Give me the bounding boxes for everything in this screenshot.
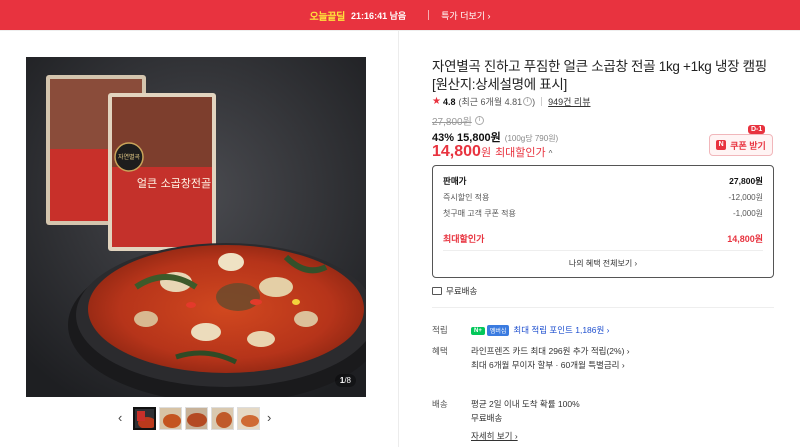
delivery-estimate: 평균 2일 이내 도착 확률 100% — [471, 399, 580, 409]
points-row[interactable]: N+ 멤버십 최대 적립 포인트 1,186원 › — [471, 324, 610, 337]
main-product-image[interactable]: 자연별곡 얼큰 소곱창전골 1/8 — [26, 57, 366, 397]
review-link[interactable]: 949건 리뷰 — [548, 95, 590, 108]
max-price-won: 원 — [480, 147, 492, 159]
truck-icon — [432, 287, 442, 295]
info-icon[interactable]: i — [523, 97, 533, 106]
coupon-label: 쿠폰 받기 — [730, 140, 766, 151]
rating-divider — [541, 97, 543, 106]
thumbnail-5[interactable] — [237, 407, 260, 430]
section-divider — [432, 307, 774, 308]
card-benefit-link[interactable]: 라인프렌즈 카드 최대 296원 추가 적립(2%) › — [471, 345, 630, 357]
max-price-row[interactable]: 14,800 원 최대할인가 ^ — [432, 143, 552, 161]
prev-image-arrow-icon[interactable]: ‹ — [118, 410, 122, 425]
original-price: 27,800원 — [432, 117, 472, 128]
package-brand: 자연별곡 — [118, 153, 141, 161]
benefit-label: 혜택 — [432, 346, 448, 356]
image-counter: 1/8 — [334, 374, 356, 387]
more-deals-link[interactable]: 특가 더보기 › — [441, 9, 490, 22]
delivery-label: 배송 — [432, 399, 448, 409]
star-icon: ★ — [432, 96, 441, 107]
package-front: 자연별곡 얼큰 소곱창전골 — [108, 93, 216, 251]
thumbnail-4[interactable] — [211, 407, 234, 430]
npay-badge: N+ — [471, 326, 485, 335]
price-info-icon[interactable]: i — [474, 116, 484, 125]
coupon-dday-badge: D-1 — [748, 125, 766, 134]
pricebox-divider — [443, 250, 763, 251]
rating-recent: (최근 6개월 4.81 — [458, 97, 523, 107]
points-label: 적립 — [432, 325, 448, 335]
column-divider — [398, 31, 399, 447]
deal-banner[interactable]: 오늘끝딜 21:16:41 남음 특가 더보기 › — [0, 0, 800, 30]
all-benefits-link[interactable]: 나의 혜택 전체보기 › — [433, 258, 773, 269]
price-row-max: 최대할인가 14,800원 — [443, 234, 763, 244]
deal-timer: 21:16:41 남음 — [351, 10, 407, 21]
thumbnail-1[interactable] — [133, 407, 156, 430]
thumbnail-3[interactable] — [185, 407, 208, 430]
coupon-button[interactable]: N 쿠폰 받기 — [709, 134, 773, 156]
membership-badge: 멤버십 — [486, 325, 510, 337]
today-deal-label: 오늘끝딜 — [309, 11, 346, 23]
price-row: 판매가 27,800원 — [443, 176, 763, 186]
stew-illustration: 자연별곡 얼큰 소곱창전골 — [26, 57, 366, 397]
rating-row: ★ 4.8 (최근 6개월 4.81 i) 949건 리뷰 — [432, 95, 591, 108]
package-name: 얼큰 소곱창전골 — [137, 176, 211, 190]
free-shipping-label: 무료배송 — [446, 286, 478, 296]
price-row: 첫구매 고객 쿠폰 적용 -1,000원 — [443, 209, 763, 218]
thumbnail-strip — [133, 407, 260, 430]
max-price: 14,800 — [432, 143, 481, 160]
installment-link[interactable]: 최대 6개월 무이자 할부 · 60개월 특별금리 › — [471, 359, 625, 371]
free-shipping-row: 무료배송 — [432, 285, 477, 297]
naver-n-icon: N — [716, 140, 727, 150]
original-price-row: 27,800원 i — [432, 113, 484, 128]
product-title: 자연별곡 진하고 푸짐한 얼큰 소곱창 전골 1kg +1kg 냉장 캠핑 [원… — [432, 59, 767, 92]
rating-score: 4.8 — [442, 96, 456, 107]
next-image-arrow-icon[interactable]: › — [267, 410, 271, 425]
chevron-up-icon[interactable]: ^ — [549, 149, 553, 158]
delivery-details-link[interactable]: 자세히 보기 › — [471, 430, 518, 442]
thumbnail-2[interactable] — [159, 407, 182, 430]
header-divider — [0, 30, 800, 31]
banner-divider — [428, 10, 430, 20]
max-price-label: 최대할인가 — [495, 147, 546, 159]
points-value[interactable]: 최대 적립 포인트 1,186원 › — [513, 325, 609, 335]
price-row: 즉시할인 적용 -12,000원 — [443, 193, 763, 202]
delivery-fee: 무료배송 — [471, 413, 503, 423]
price-breakdown-box: 판매가 27,800원 즉시할인 적용 -12,000원 첫구매 고객 쿠폰 적용 -… — [432, 165, 774, 278]
